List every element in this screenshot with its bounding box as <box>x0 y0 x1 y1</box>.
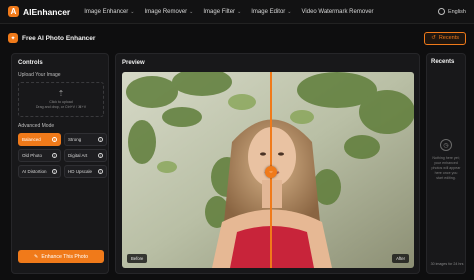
recents-panel: Recents ◷ Nothing here yet; your enhance… <box>426 53 466 274</box>
history-icon: ↺ <box>431 35 436 41</box>
nav-item-image-filter[interactable]: Image Filter ⌄ <box>203 9 241 15</box>
comparison-viewer[interactable]: ⇔ Before After <box>122 72 414 268</box>
mode-label: Digital Art <box>68 153 88 158</box>
mode-label: Old Photo <box>22 153 43 158</box>
upload-hint: Click to upload Drag and drop, or Ctrl+V… <box>36 100 86 110</box>
enhance-photo-button[interactable]: ✎ Enhance This Photo <box>18 250 104 263</box>
mode-ai-distortion[interactable]: AI Distortion i <box>18 165 61 178</box>
upload-label: Upload Your Image <box>18 72 61 78</box>
upload-hint-primary: Click to upload <box>49 99 73 104</box>
mode-hd-upscale[interactable]: HD Upscale i <box>64 165 107 178</box>
sparkle-icon: ✦ <box>8 33 18 43</box>
page-title: Free AI Photo Enhancer <box>22 34 96 42</box>
nav-item-image-enhancer[interactable]: Image Enhancer ⌄ <box>84 9 134 15</box>
mode-strong[interactable]: Strong i <box>64 133 107 146</box>
recents-empty-text: Nothing here yet; your enhanced photos w… <box>431 156 461 180</box>
enhance-button-label: Enhance This Photo <box>41 253 88 260</box>
comparison-handle-icon[interactable]: ⇔ <box>265 166 277 178</box>
nav-label: Image Filter <box>203 8 236 15</box>
upload-icon: ⇡ <box>57 88 65 98</box>
info-icon[interactable]: i <box>52 169 57 174</box>
magic-wand-icon: ✎ <box>34 253 39 260</box>
mode-label: HD Upscale <box>68 169 93 174</box>
recents-footer: 30 images for 24 hrs <box>430 262 464 266</box>
nav-label: Image Remover <box>144 8 188 15</box>
info-icon[interactable]: i <box>98 153 103 158</box>
nav-label: Image Editor <box>251 8 286 15</box>
chevron-down-icon: ⌄ <box>130 8 135 15</box>
controls-panel: Controls Upload Your Image ⇡ Click to up… <box>11 53 109 274</box>
mode-digital-art[interactable]: Digital Art i <box>64 149 107 162</box>
nav-item-image-remover[interactable]: Image Remover ⌄ <box>144 9 193 15</box>
chevron-down-icon: ⌄ <box>189 8 194 15</box>
nav-label: Video Watermark Remover <box>301 8 374 15</box>
nav-item-image-editor[interactable]: Image Editor ⌄ <box>251 9 291 15</box>
upload-hint-secondary: Drag and drop, or Ctrl+V / ⌘+V <box>35 104 87 109</box>
chevron-down-icon: ⌄ <box>237 8 242 15</box>
main-nav: Image Enhancer ⌄ Image Remover ⌄ Image F… <box>84 9 373 15</box>
mode-grid: Balanced i Strong i Old Photo i Digital … <box>18 133 107 178</box>
globe-icon <box>437 8 445 15</box>
top-nav-bar: A AIEnhancer Image Enhancer ⌄ Image Remo… <box>0 0 474 24</box>
brand-logo[interactable]: A AIEnhancer <box>8 6 70 17</box>
logo-icon: A <box>8 6 19 17</box>
mode-label: Strong <box>68 137 82 142</box>
mode-balanced[interactable]: Balanced i <box>18 133 61 146</box>
advanced-mode-label: Advanced Mode <box>18 123 55 129</box>
mode-label: AI Distortion <box>22 169 47 174</box>
nav-label: Image Enhancer <box>84 8 129 15</box>
upload-dropzone[interactable]: ⇡ Click to upload Drag and drop, or Ctrl… <box>18 82 104 117</box>
after-label: After <box>392 254 409 263</box>
preview-title: Preview <box>122 60 145 66</box>
language-selector[interactable]: English <box>437 8 466 15</box>
language-label: English <box>447 8 466 15</box>
clock-icon: ◷ <box>440 139 452 151</box>
page-header: ✦ Free AI Photo Enhancer ↺ Recents <box>8 29 466 47</box>
page-title-group: ✦ Free AI Photo Enhancer <box>8 33 95 43</box>
chevron-down-icon: ⌄ <box>287 8 292 15</box>
info-icon[interactable]: i <box>98 169 103 174</box>
controls-title: Controls <box>18 60 43 66</box>
nav-item-video-watermark-remover[interactable]: Video Watermark Remover <box>302 9 374 15</box>
preview-panel: Preview ⇔ Before After <box>115 53 420 274</box>
recents-button[interactable]: ↺ Recents <box>424 31 466 45</box>
mode-label: Balanced <box>22 137 41 142</box>
info-icon[interactable]: i <box>52 153 57 158</box>
before-label: Before <box>127 254 148 263</box>
brand-name: AIEnhancer <box>23 6 71 17</box>
recents-title: Recents <box>431 59 455 65</box>
info-icon[interactable]: i <box>98 137 103 142</box>
mode-old-photo[interactable]: Old Photo i <box>18 149 61 162</box>
info-icon[interactable]: i <box>52 137 57 142</box>
recents-button-label: Recents <box>438 35 459 41</box>
